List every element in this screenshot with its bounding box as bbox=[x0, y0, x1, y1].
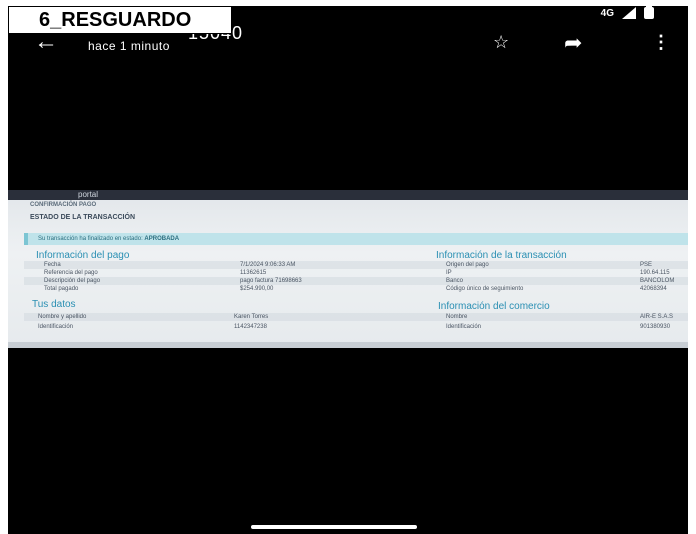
transaction-row-label: Origen del pago bbox=[446, 262, 489, 268]
payment-info-title: Información del pago bbox=[36, 250, 130, 261]
transaction-info-title: Información de la transacción bbox=[436, 250, 567, 261]
transaction-row-value: 42068394 bbox=[640, 286, 667, 292]
your-data-row-value: 1142347238 bbox=[234, 324, 267, 330]
network-type: 4G bbox=[600, 7, 614, 19]
chat-subtitle: hace 1 minuto bbox=[88, 39, 170, 53]
payment-row-value: 7/1/2024 9:06:33 AM bbox=[240, 262, 296, 268]
photo-bottom-edge bbox=[8, 342, 688, 348]
transaction-row-value: BANCOLOM bbox=[640, 278, 675, 284]
payment-row-label: Descripción del pago bbox=[44, 278, 101, 284]
star-icon[interactable]: ☆ bbox=[493, 32, 509, 53]
transaction-row-value: PSE bbox=[640, 262, 653, 268]
merchant-row-value: 901380930 bbox=[640, 324, 671, 330]
portal-header: portal bbox=[8, 190, 688, 200]
kebab-menu-icon[interactable]: ⋮ bbox=[652, 32, 670, 53]
payment-row-label: Fecha bbox=[44, 262, 61, 268]
success-banner: Su transacción ha finalizado en estado: … bbox=[24, 233, 688, 245]
transaction-row-label: Código único de seguimiento bbox=[446, 286, 524, 292]
your-data-row-value: Karen Torres bbox=[234, 314, 269, 320]
transaction-row-value: 190.64.115 bbox=[640, 270, 670, 276]
your-data-title: Tus datos bbox=[32, 299, 76, 310]
payment-row-value: pago factura 71698663 bbox=[240, 278, 302, 284]
merchant-info-title: Información del comercio bbox=[438, 301, 550, 312]
transaction-row-label: Banco bbox=[446, 278, 464, 284]
shared-photo[interactable]: portal CONFIRMACIÓN PAGO ESTADO DE LA TR… bbox=[8, 190, 688, 348]
success-text: Su transacción ha finalizado en estado: bbox=[38, 236, 143, 242]
share-arrow-icon[interactable]: ➦ bbox=[564, 30, 582, 56]
arrow-left-icon[interactable]: ← bbox=[34, 30, 58, 54]
payment-row-label: Referencia del pago bbox=[44, 270, 98, 276]
portal-logo: portal bbox=[78, 190, 99, 199]
payment-row-label: Total pagado bbox=[44, 286, 79, 292]
your-data-row-label: Identificación bbox=[38, 324, 74, 330]
payment-row-value: $254.990,00 bbox=[240, 286, 274, 292]
row-stripe bbox=[24, 277, 688, 285]
merchant-row-label: Identificación bbox=[446, 324, 482, 330]
signal-icon bbox=[622, 7, 636, 19]
battery-icon bbox=[644, 5, 654, 19]
row-stripe bbox=[24, 313, 688, 321]
your-data-row-label: Nombre y apellido bbox=[38, 314, 87, 320]
merchant-row-value: AIR-E S.A.S bbox=[640, 314, 674, 320]
payment-row-value: 11362615 bbox=[240, 270, 267, 276]
app-bar: ← 15040 hace 1 minuto ☆ ➦ ⋮ bbox=[8, 23, 688, 58]
document-label: 6_RESGUARDO bbox=[8, 6, 232, 34]
page-title: ESTADO DE LA TRANSACCIÓN bbox=[30, 214, 135, 221]
status-bar: 4G bbox=[600, 5, 654, 19]
breadcrumb: CONFIRMACIÓN PAGO bbox=[30, 202, 97, 208]
transaction-row-label: IP bbox=[446, 270, 452, 276]
success-status: APROBADA bbox=[144, 236, 180, 242]
home-indicator[interactable] bbox=[251, 525, 417, 529]
row-stripe bbox=[24, 261, 688, 269]
merchant-row-label: Nombre bbox=[446, 314, 468, 320]
